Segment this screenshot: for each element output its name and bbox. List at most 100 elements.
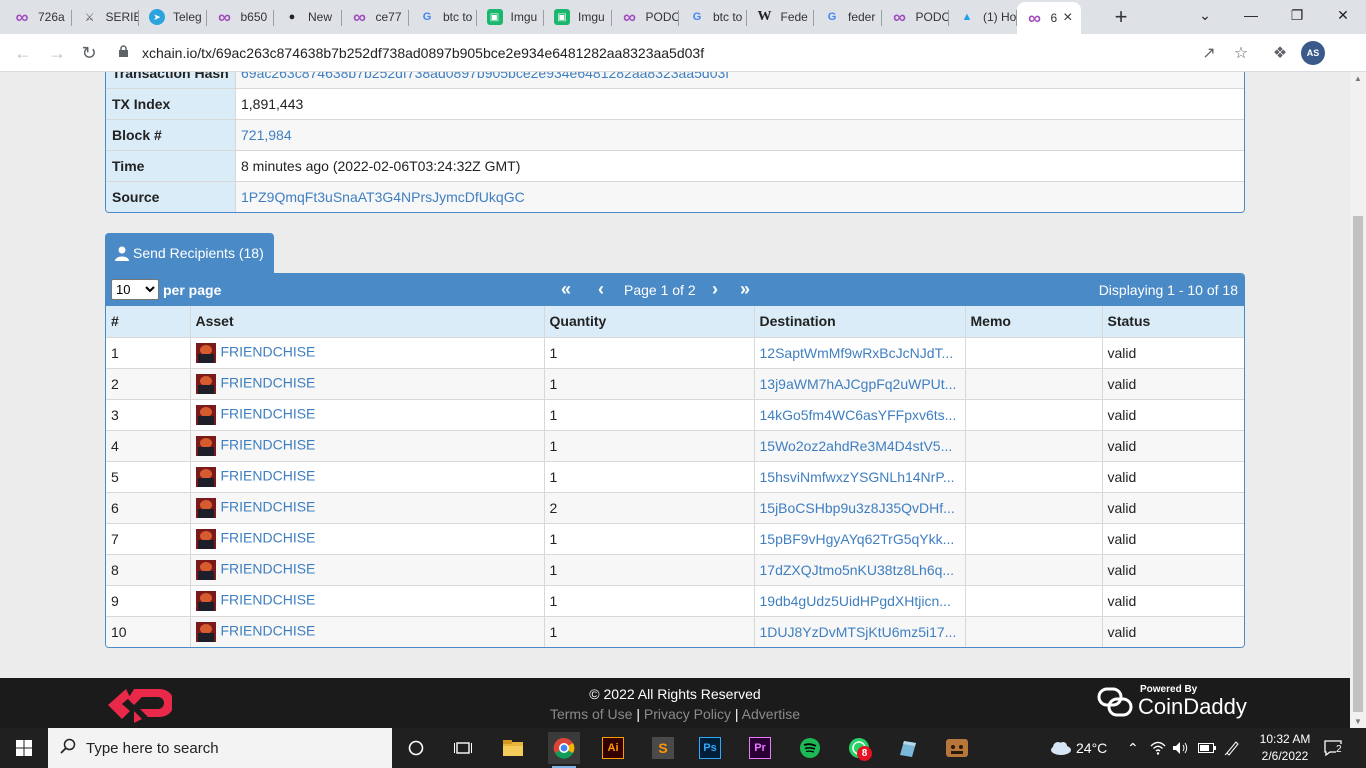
browser-tab[interactable]: ▲ (1) Ho (949, 2, 1017, 32)
info-value-link[interactable]: 1PZ9QmqFt3uSnaAT3G4NPrsJymcDfUkqGC (241, 189, 525, 205)
volume-icon[interactable] (1172, 728, 1190, 768)
profile-avatar[interactable]: AS (1301, 41, 1325, 65)
whatsapp-icon[interactable]: 8 (843, 732, 875, 764)
minimize-button[interactable]: — (1228, 0, 1274, 30)
asset-link[interactable]: FRIENDCHISE (221, 467, 316, 483)
battery-icon[interactable] (1198, 728, 1216, 768)
new-tab-button[interactable]: + (1108, 4, 1134, 30)
tab-search-icon[interactable]: ⌄ (1182, 0, 1228, 30)
notification-center-icon[interactable]: 2 (1324, 728, 1344, 768)
notes-app-icon[interactable] (891, 732, 923, 764)
asset-link[interactable]: FRIENDCHISE (221, 591, 316, 607)
chrome-icon[interactable] (548, 732, 580, 768)
start-button[interactable] (0, 728, 48, 768)
prev-page-icon[interactable]: ‹ (598, 279, 604, 300)
asset-link[interactable]: FRIENDCHISE (221, 529, 316, 545)
browser-tab[interactable]: ∞ ce77 (342, 2, 410, 32)
asset-thumbnail-icon[interactable] (195, 621, 216, 642)
advertise-link[interactable]: Advertise (742, 706, 800, 722)
browser-tab[interactable]: ∞ PODC (612, 2, 679, 32)
weather-widget[interactable]: 24°C (1048, 728, 1107, 768)
forward-button[interactable]: → (44, 40, 70, 66)
wifi-icon[interactable] (1150, 728, 1166, 768)
browser-tab[interactable]: ⚔ SERIE (72, 2, 139, 32)
page-scrollbar[interactable]: ▲ ▼ (1350, 72, 1366, 728)
asset-thumbnail-icon[interactable] (195, 590, 216, 611)
browser-tab[interactable]: Gbtc to (679, 2, 747, 32)
asset-thumbnail-icon[interactable] (195, 373, 216, 394)
destination-link[interactable]: 15pBF9vHgyAYq62TrG5qYkk... (760, 531, 960, 547)
asset-link[interactable]: FRIENDCHISE (221, 343, 316, 359)
first-page-icon[interactable]: « (561, 279, 571, 300)
browser-tab[interactable]: Gfeder (814, 2, 882, 32)
bookmark-star-icon[interactable]: ☆ (1228, 40, 1254, 66)
asset-link[interactable]: FRIENDCHISE (221, 436, 316, 452)
url-omnibox[interactable]: xchain.io/tx/69ac263c874638b7b252df738ad… (108, 38, 1258, 68)
terms-of-use-link[interactable]: Terms of Use (550, 706, 632, 722)
asset-thumbnail-icon[interactable] (195, 404, 216, 425)
browser-tab[interactable]: W Fede (747, 2, 815, 32)
game-app-icon[interactable] (941, 732, 973, 764)
destination-link[interactable]: 1DUJ8YzDvMTSjKtU6mz5i17... (760, 624, 960, 640)
reload-button[interactable]: ↻ (76, 40, 102, 66)
premiere-icon[interactable]: Pr (744, 732, 776, 764)
extensions-puzzle-icon[interactable]: ❖ (1267, 40, 1293, 66)
browser-tab[interactable]: ▣ Imgu (544, 2, 612, 32)
coindaddy-logo[interactable]: Powered By CoinDaddy (1096, 683, 1247, 723)
asset-thumbnail-icon[interactable] (195, 528, 216, 549)
taskbar-clock[interactable]: 10:32 AM 2/6/2022 (1250, 731, 1320, 765)
spotify-icon[interactable] (794, 732, 826, 764)
destination-link[interactable]: 12SaptWmMf9wRxBcJcNJdT... (760, 345, 960, 361)
task-view-icon[interactable] (447, 732, 479, 764)
photoshop-icon[interactable]: Ps (694, 732, 726, 764)
scrollbar-thumb[interactable] (1353, 216, 1363, 712)
restore-button[interactable]: ❐ (1274, 0, 1320, 30)
sublime-text-icon[interactable]: S (647, 732, 679, 764)
info-value-link[interactable]: 721,984 (241, 127, 292, 143)
asset-link[interactable]: FRIENDCHISE (221, 498, 316, 514)
browser-tab[interactable]: ▣ Imgu (477, 2, 545, 32)
tray-chevron-icon[interactable]: ⌃ (1127, 728, 1139, 768)
asset-link[interactable]: FRIENDCHISE (221, 560, 316, 576)
destination-link[interactable]: 15hsviNmfwxzYSGNLh14NrP... (760, 469, 960, 485)
share-icon[interactable]: ↗ (1196, 40, 1222, 66)
lock-icon[interactable] (118, 45, 132, 61)
asset-link[interactable]: FRIENDCHISE (221, 405, 316, 421)
browser-tab[interactable]: Gbtc to (409, 2, 477, 32)
tab-active[interactable]: ∞ 6 × (1016, 2, 1081, 34)
asset-thumbnail-icon[interactable] (195, 342, 216, 363)
illustrator-icon[interactable]: Ai (597, 732, 629, 764)
browser-tab[interactable]: ➤ Teleg (139, 2, 207, 32)
asset-thumbnail-icon[interactable] (195, 559, 216, 580)
browser-tab[interactable]: ∞ b650 (207, 2, 275, 32)
taskbar-search-box[interactable]: Type here to search (48, 728, 392, 768)
asset-thumbnail-icon[interactable] (195, 466, 216, 487)
browser-tab[interactable]: ● New (274, 2, 342, 32)
destination-link[interactable]: 15Wo2oz2ahdRe3M4D4stV5... (760, 438, 960, 454)
asset-thumbnail-icon[interactable] (195, 497, 216, 518)
tab-send-recipients[interactable]: Send Recipients (18) (105, 233, 274, 273)
last-page-icon[interactable]: » (740, 279, 750, 300)
per-page-select[interactable]: 10 (111, 279, 159, 300)
scroll-down-icon[interactable]: ▼ (1354, 717, 1362, 726)
close-tab-icon[interactable]: × (1063, 9, 1072, 27)
asset-link[interactable]: FRIENDCHISE (221, 374, 316, 390)
next-page-icon[interactable]: › (712, 279, 718, 300)
asset-link[interactable]: FRIENDCHISE (221, 622, 316, 638)
file-explorer-icon[interactable] (497, 732, 529, 764)
asset-thumbnail-icon[interactable] (195, 435, 216, 456)
close-window-button[interactable]: ✕ (1320, 0, 1366, 30)
destination-link[interactable]: 15jBoCSHbp9u3z8J35QvDHf... (760, 500, 960, 516)
url-text[interactable]: xchain.io/tx/69ac263c874638b7b252df738ad… (142, 45, 704, 61)
browser-tab[interactable]: ∞ 726a (4, 2, 72, 32)
destination-link[interactable]: 19db4gUdz5UidHPgdXHtjicn... (760, 593, 960, 609)
info-value-link[interactable]: 69ac263c874638b7b252df738ad0897b905bce2e… (241, 72, 729, 81)
scroll-up-icon[interactable]: ▲ (1354, 74, 1362, 83)
destination-link[interactable]: 13j9aWM7hAJCgpFq2uWPUt... (760, 376, 960, 392)
pen-workspace-icon[interactable] (1224, 728, 1240, 768)
back-button[interactable]: ← (10, 40, 36, 66)
destination-link[interactable]: 14kGo5fm4WC6asYFFpxv6ts... (760, 407, 960, 423)
cortana-icon[interactable] (400, 732, 432, 764)
privacy-policy-link[interactable]: Privacy Policy (644, 706, 731, 722)
destination-link[interactable]: 17dZXQJtmo5nKU38tz8Lh6q... (760, 562, 960, 578)
